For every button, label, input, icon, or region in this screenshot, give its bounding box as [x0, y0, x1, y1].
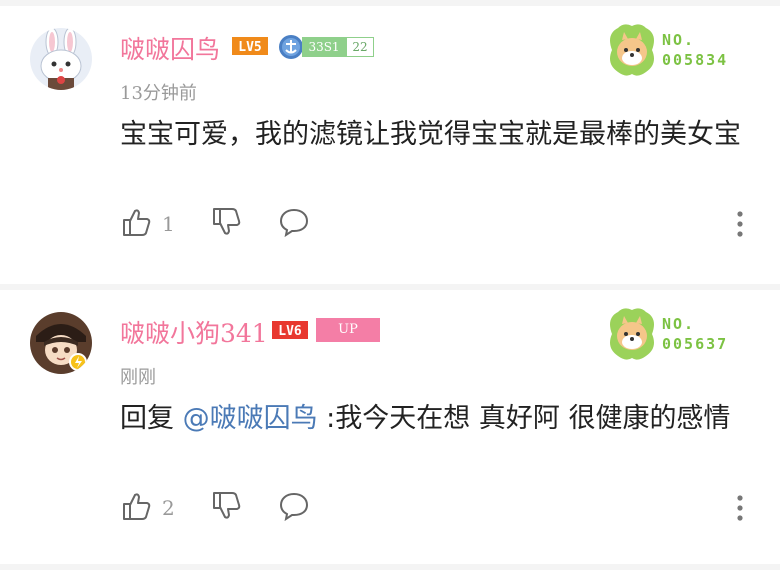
fan-medal[interactable]: 33S1 22	[278, 34, 374, 60]
level-badge-icon: LV6	[272, 321, 308, 339]
reply-icon[interactable]	[278, 206, 310, 238]
comment-item: 啵啵小狗341 LV6 UP NO. 005637 刚刚 回复 @啵啵囚鸟 :我…	[0, 290, 780, 564]
like-count: 1	[162, 212, 175, 236]
more-options-icon[interactable]	[736, 208, 744, 240]
dislike-icon[interactable]	[210, 490, 242, 522]
bunny-avatar-icon	[30, 28, 92, 90]
username[interactable]: 啵啵囚鸟	[120, 30, 220, 66]
svg-text:LV5: LV5	[238, 40, 261, 55]
comment-time: 13分钟前	[120, 83, 197, 104]
fan-number: NO. 005637	[662, 315, 729, 353]
like-icon[interactable]	[120, 490, 152, 522]
comment-text: 回复 @啵啵囚鸟 :我今天在想 真好阿 很健康的感情	[120, 398, 760, 439]
anime-avatar-icon	[30, 312, 92, 374]
up-badge: UP	[316, 318, 380, 342]
shiba-fan-icon	[610, 24, 654, 76]
user-avatar[interactable]	[30, 312, 92, 374]
more-options-icon[interactable]	[736, 492, 744, 524]
comment-actions: 1	[120, 206, 760, 242]
svg-text:LV6: LV6	[278, 324, 302, 339]
level-badge-icon: LV5	[232, 37, 268, 55]
reply-body: :我今天在想 真好阿 很健康的感情	[317, 403, 731, 434]
fan-number: NO. 005834	[662, 31, 729, 69]
user-avatar[interactable]	[30, 28, 92, 90]
like-count: 2	[162, 496, 175, 520]
medal-level: 22	[346, 37, 374, 57]
fan-number-card: NO. 005637	[602, 304, 762, 366]
medal-name: 33S1	[302, 37, 346, 57]
comment-item: 啵啵囚鸟 LV5 33S1 22 NO. 005834 13分钟前 宝宝可爱，我…	[0, 6, 780, 284]
username[interactable]: 啵啵小狗341	[120, 314, 268, 350]
reply-icon[interactable]	[278, 490, 310, 522]
comment-time: 刚刚	[120, 367, 156, 388]
mention-link[interactable]: @啵啵囚鸟	[183, 403, 318, 434]
reply-prefix: 回复	[120, 403, 183, 434]
like-icon[interactable]	[120, 206, 152, 238]
shiba-fan-icon	[610, 308, 654, 360]
fan-number-card: NO. 005834	[602, 20, 762, 82]
dislike-icon[interactable]	[210, 206, 242, 238]
comment-actions: 2	[120, 490, 760, 526]
anchor-medal-icon	[279, 35, 303, 59]
comment-text: 宝宝可爱，我的滤镜让我觉得宝宝就是最棒的美女宝	[120, 119, 741, 150]
